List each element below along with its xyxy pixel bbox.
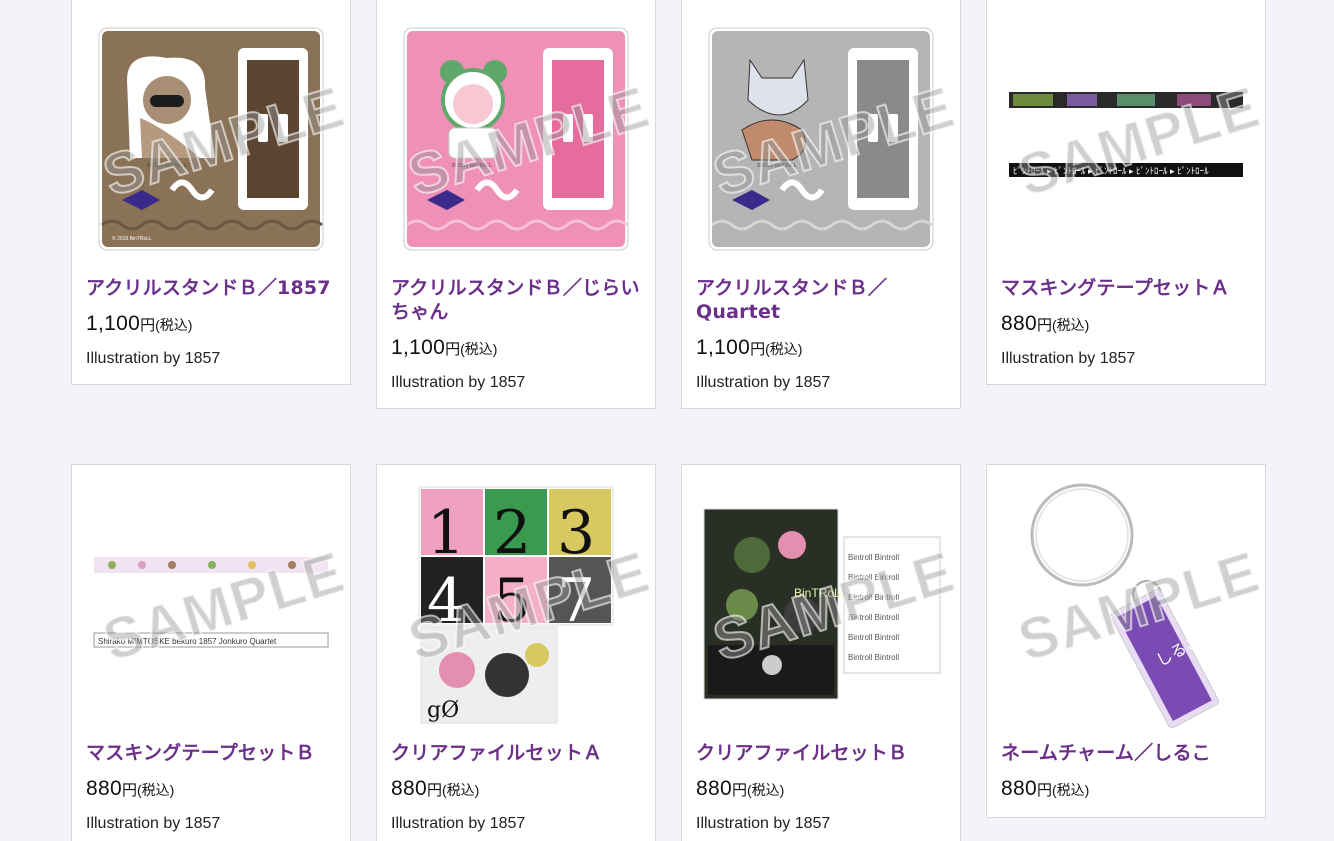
product-card[interactable]: ﾋﾟﾝﾄﾛｰﾙ ▸ ﾋﾟﾝﾄﾛｰﾙ ▸ ﾋﾟﾝﾄﾛｰﾙ ▸ ﾋﾟﾝﾄﾛｰﾙ ▸ … (986, 0, 1266, 385)
product-title[interactable]: ネームチャーム／しるこ (1001, 741, 1251, 765)
product-thumbnail[interactable]: 1 2 3 4 5 7 gØ SAMPLE (377, 465, 655, 729)
product-card[interactable]: © 2019 BinTRoLL SAMPLE アクリルスタンドＢ／Quartet… (681, 0, 961, 409)
product-price: 880円(税込) (1001, 777, 1090, 800)
product-title[interactable]: クリアファイルセットＢ (696, 741, 946, 765)
product-card[interactable]: しるこ SAMPLE ネームチャーム／しるこ 880円(税込) (986, 464, 1266, 818)
product-title[interactable]: クリアファイルセットＡ (391, 741, 641, 765)
illustration-credit: Illustration by 1857 (696, 815, 831, 832)
product-title[interactable]: マスキングテープセットＢ (86, 741, 336, 765)
product-price: 1,100円(税込) (696, 336, 803, 359)
illustration-credit: Illustration by 1857 (1001, 350, 1136, 367)
svg-text:Bintroll Bintroll: Bintroll Bintroll (848, 653, 899, 662)
svg-text:gØ: gØ (427, 698, 459, 723)
illustration-credit: Illustration by 1857 (696, 374, 831, 391)
product-thumbnail[interactable]: しるこ SAMPLE (987, 465, 1265, 729)
product-price: 880円(税込) (391, 777, 480, 800)
product-card[interactable]: © 2019 BinTRoLL SAMPLE アクリルスタンドＢ／じらいちゃん … (376, 0, 656, 409)
product-price: 1,100円(税込) (391, 336, 498, 359)
product-title[interactable]: アクリルスタンドＢ／Quartet (696, 276, 946, 324)
illustration-credit: Illustration by 1857 (391, 374, 526, 391)
illustration-credit: Illustration by 1857 (86, 350, 221, 367)
product-card[interactable]: BinTRoLL Bintroll Bintroll Bintroll Bint… (681, 464, 961, 841)
product-thumbnail[interactable]: © 2019 BinTRoLL SAMPLE (377, 0, 655, 264)
svg-text:© 2019 BinTRoLL: © 2019 BinTRoLL (112, 235, 152, 242)
illustration-credit: Illustration by 1857 (86, 815, 221, 832)
product-card[interactable]: 1 2 3 4 5 7 gØ SAMPLE クリアファイルセットＡ 880円(税… (376, 464, 656, 841)
product-card[interactable]: © 2019 BinTRoLL © 2019 BinTRoLL SAMPLE ア… (71, 0, 351, 385)
illustration-credit: Illustration by 1857 (391, 815, 526, 832)
product-card[interactable]: Shirako MIMTOSKE bekuro 1857 Jonkuro Qua… (71, 464, 351, 841)
product-price: 880円(税込) (86, 777, 175, 800)
product-title[interactable]: マスキングテープセットＡ (1001, 276, 1251, 300)
svg-text:2: 2 (493, 498, 531, 568)
product-thumbnail[interactable]: BinTRoLL Bintroll Bintroll Bintroll Bint… (682, 465, 960, 729)
product-title[interactable]: アクリルスタンドＢ／1857 (86, 276, 336, 300)
product-thumbnail[interactable]: © 2019 BinTRoLL SAMPLE (682, 0, 960, 264)
product-title[interactable]: アクリルスタンドＢ／じらいちゃん (391, 276, 641, 324)
product-thumbnail[interactable]: ﾋﾟﾝﾄﾛｰﾙ ▸ ﾋﾟﾝﾄﾛｰﾙ ▸ ﾋﾟﾝﾄﾛｰﾙ ▸ ﾋﾟﾝﾄﾛｰﾙ ▸ … (987, 0, 1265, 264)
product-price: 1,100円(税込) (86, 312, 193, 335)
product-thumbnail[interactable]: © 2019 BinTRoLL © 2019 BinTRoLL SAMPLE (72, 0, 350, 264)
product-thumbnail[interactable]: Shirako MIMTOSKE bekuro 1857 Jonkuro Qua… (72, 465, 350, 729)
svg-text:1: 1 (427, 498, 465, 568)
product-price: 880円(税込) (1001, 312, 1090, 335)
product-price: 880円(税込) (696, 777, 785, 800)
